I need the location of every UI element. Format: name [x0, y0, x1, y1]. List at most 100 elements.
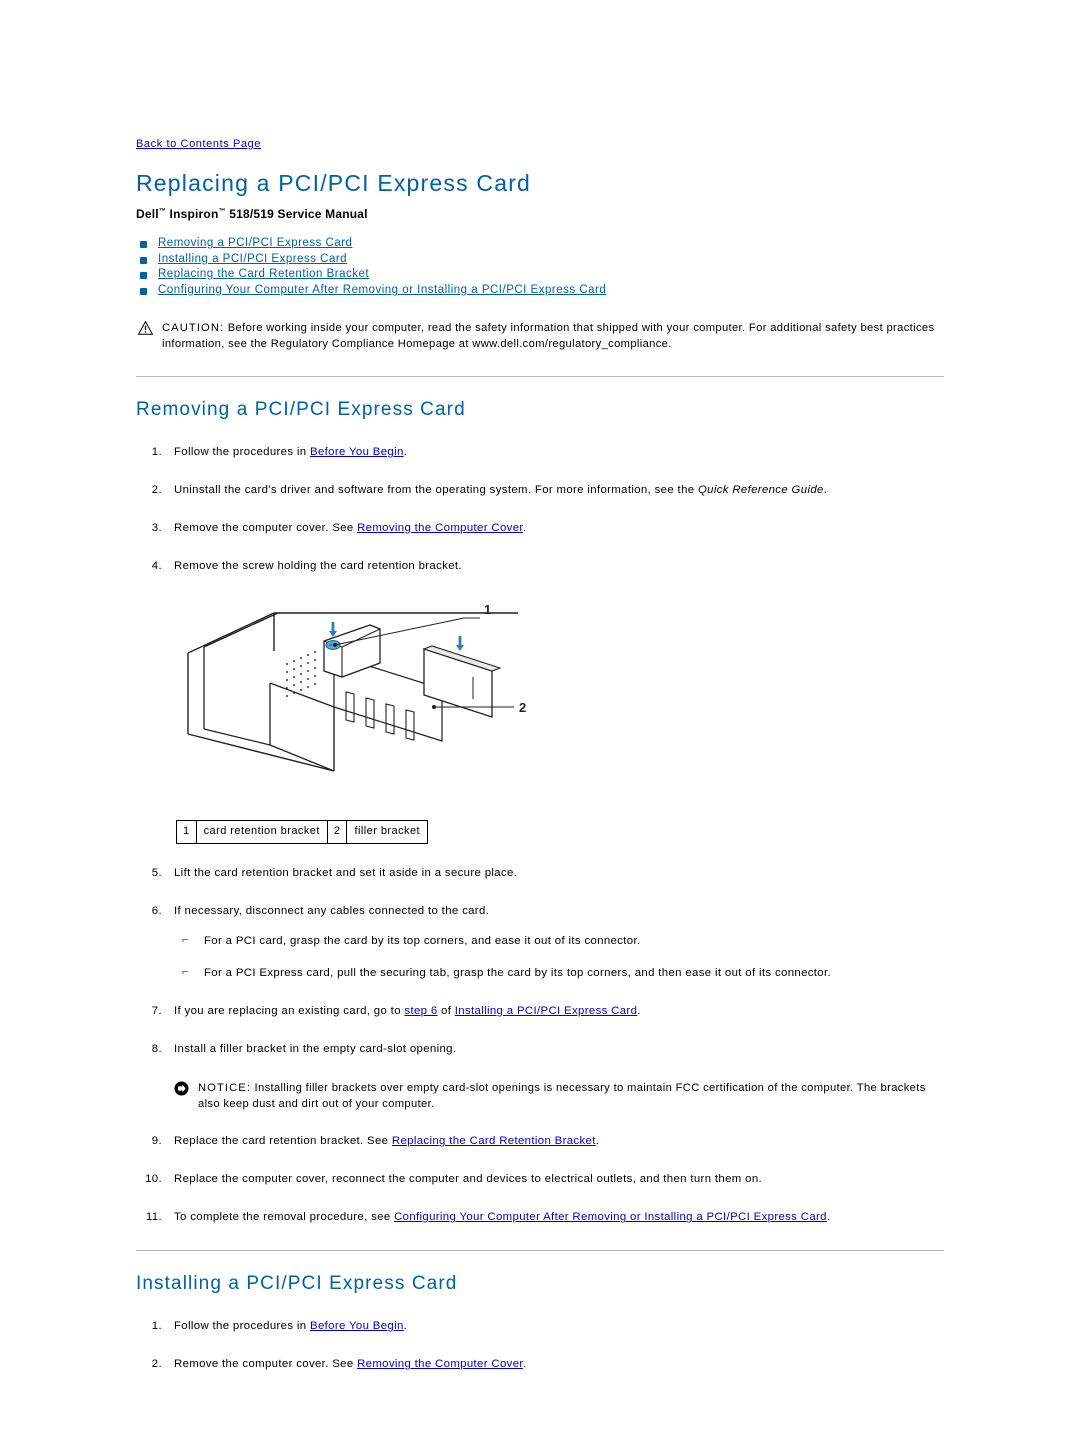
toc-link[interactable]: Installing a PCI/PCI Express Card — [158, 253, 347, 265]
subtitle-brand: Dell — [136, 207, 159, 221]
chassis-card-bracket-figure: 1 2 — [174, 589, 944, 810]
list-item[interactable]: Configuring Your Computer After Removing… — [140, 284, 944, 296]
document-subtitle: Dell™ Inspiron™ 518/519 Service Manual — [136, 207, 944, 221]
divider — [136, 375, 944, 377]
step-number: 1. — [151, 445, 162, 458]
caution-body: Before working inside your computer, rea… — [162, 321, 935, 350]
notice-callout: NOTICE: Installing filler brackets over … — [174, 1080, 944, 1112]
trademark-symbol-1: ™ — [158, 208, 167, 215]
step-2: 2. Uninstall the card's driver and softwa… — [136, 483, 944, 499]
removing-computer-cover-link[interactable]: Removing the Computer Cover — [357, 1358, 523, 1370]
step-3: 3. Remove the computer cover. See Removin… — [136, 521, 944, 537]
caution-text: CAUTION: Before working inside your comp… — [162, 320, 944, 352]
list-item[interactable]: Removing a PCI/PCI Express Card — [140, 237, 944, 249]
list-item: ⌐ For a PCI card, grasp the card by its t… — [174, 934, 944, 950]
square-bullet-icon — [140, 241, 147, 248]
step-number: 7. — [151, 1005, 162, 1018]
step-number: 5. — [151, 867, 162, 880]
step-text: If you are replacing an existing card, g… — [174, 1005, 405, 1018]
svg-text:2: 2 — [519, 700, 527, 715]
step-text-end: . — [637, 1005, 641, 1018]
step-text-end: . — [403, 1320, 408, 1333]
step-text: Uninstall the card's driver and software… — [174, 483, 698, 496]
step-number: 4. — [151, 559, 162, 572]
step-1: 1. Follow the procedures in Before You Be… — [136, 1319, 944, 1335]
step-text-mid: of — [437, 1005, 455, 1018]
notice-body: Installing filler brackets over empty ca… — [198, 1082, 926, 1111]
caution-callout: CAUTION: Before working inside your comp… — [137, 320, 944, 352]
quick-reference-guide-italic: Quick Reference Guide — [697, 483, 824, 496]
trademark-symbol-2: ™ — [218, 208, 226, 215]
step-2: 2. Remove the computer cover. See Removin… — [136, 1357, 944, 1373]
step-8: 8. Install a filler bracket in the empty … — [136, 1042, 944, 1112]
subtitle-model: 518/519 Service Manual — [225, 207, 368, 221]
document-page: Back to Contents Page Replacing a PCI/PC… — [0, 0, 1080, 1435]
steps-installing: 1. Follow the procedures in Before You Be… — [136, 1319, 944, 1373]
step-number: 1. — [151, 1320, 162, 1333]
before-you-begin-link[interactable]: Before You Begin — [310, 1320, 404, 1332]
step-text: Install a filler bracket in the empty ca… — [174, 1043, 457, 1056]
square-bullet-icon — [140, 287, 147, 295]
list-item[interactable]: Replacing the Card Retention Bracket — [140, 268, 944, 280]
list-item[interactable]: Installing a PCI/PCI Express Card — [140, 253, 944, 265]
step-number: 11. — [145, 1211, 162, 1224]
step-text-end: . — [826, 1211, 831, 1224]
dash-bullet-icon: ⌐ — [182, 966, 189, 979]
step-10: 10. Replace the computer cover, reconnect… — [136, 1172, 944, 1188]
toc-link[interactable]: Removing a PCI/PCI Express Card — [158, 237, 352, 249]
warning-triangle-icon — [137, 320, 154, 335]
step-text: To complete the removal procedure, see — [174, 1211, 395, 1224]
dash-bullet-icon: ⌐ — [182, 934, 189, 947]
step-11: 11. To complete the removal procedure, se… — [136, 1210, 944, 1226]
legend-label-1: card retention bracket — [197, 820, 328, 844]
toc-link[interactable]: Replacing the Card Retention Bracket — [158, 268, 369, 280]
steps-removing: 1. Follow the procedures in Before You Be… — [136, 445, 944, 1226]
subtitle-middle: Inspiron — [166, 207, 219, 221]
divider — [136, 1250, 944, 1252]
step-number: 6. — [151, 905, 162, 918]
step-4: 4. Remove the screw holding the card rete… — [136, 559, 944, 845]
configuring-computer-link[interactable]: Configuring Your Computer After Removing… — [394, 1211, 827, 1223]
section-heading-installing: Installing a PCI/PCI Express Card — [136, 1273, 458, 1295]
step-number: 3. — [151, 521, 162, 534]
sublist-text: For a PCI Express card, pull the securin… — [204, 967, 832, 980]
replacing-card-retention-bracket-link[interactable]: Replacing the Card Retention Bracket — [392, 1135, 596, 1147]
step-number: 2. — [151, 483, 162, 496]
document-body: Back to Contents Page Replacing a PCI/PC… — [0, 0, 1080, 1435]
before-you-begin-link[interactable]: Before You Begin — [310, 446, 404, 458]
step-text: Remove the computer cover. See — [174, 521, 358, 534]
figure-legend: 1 card retention bracket 2 filler bracke… — [176, 819, 429, 845]
square-bullet-icon — [140, 256, 147, 264]
step-text: If necessary, disconnect any cables conn… — [174, 905, 490, 918]
sublist-text: For a PCI card, grasp the card by its to… — [204, 935, 641, 948]
step-number: 10. — [145, 1173, 162, 1186]
legend-index-2: 2 — [328, 820, 348, 844]
svg-text:1: 1 — [484, 602, 492, 617]
back-to-contents-link[interactable]: Back to Contents Page — [136, 138, 261, 150]
installing-pci-card-link[interactable]: Installing a PCI/PCI Express Card — [455, 1005, 637, 1017]
step-6-link[interactable]: step 6 — [404, 1005, 437, 1017]
legend-label-2: filler bracket — [354, 824, 421, 837]
step-text-end: . — [823, 483, 828, 496]
step-number: 9. — [151, 1135, 162, 1148]
step-7: 7. If you are replacing an existing card,… — [136, 1004, 944, 1020]
caution-keyword: CAUTION: — [162, 321, 225, 334]
section-heading-removing: Removing a PCI/PCI Express Card — [136, 398, 466, 420]
step-text: Replace the computer cover, reconnect th… — [174, 1173, 763, 1186]
notice-arrow-icon — [174, 1081, 189, 1096]
step-text: Lift the card retention bracket and set … — [174, 867, 518, 880]
step-9: 9. Replace the card retention bracket. Se… — [136, 1134, 944, 1150]
step-number: 8. — [151, 1043, 162, 1056]
step-text: Remove the screw holding the card retent… — [174, 559, 462, 572]
square-bullet-icon — [140, 272, 147, 279]
step-5: 5. Lift the card retention bracket and se… — [136, 866, 944, 882]
step-text: Follow the procedures in — [174, 1320, 311, 1333]
step-text-end: . — [522, 521, 527, 534]
removing-computer-cover-link[interactable]: Removing the Computer Cover — [357, 522, 523, 534]
legend-index-1: 1 — [177, 820, 197, 844]
step-text: Follow the procedures in — [174, 445, 311, 458]
step-text: Replace the card retention bracket. See — [174, 1135, 392, 1148]
step-number: 2. — [151, 1358, 162, 1371]
toc-link[interactable]: Configuring Your Computer After Removing… — [158, 284, 606, 296]
step-text: Remove the computer cover. See — [174, 1358, 358, 1371]
